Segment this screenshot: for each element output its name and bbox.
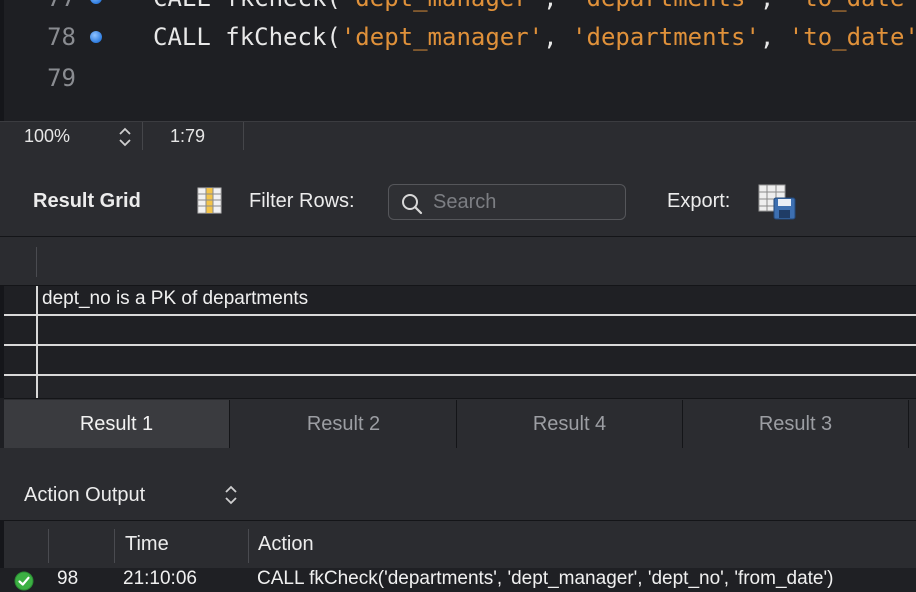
export-icon[interactable] bbox=[758, 184, 796, 220]
action-text: CALL fkCheck('departments', 'dept_manage… bbox=[257, 568, 834, 589]
status-divider bbox=[243, 122, 244, 151]
cursor-position: 1:79 bbox=[170, 126, 206, 146]
action-output-selector[interactable]: Action Output bbox=[24, 484, 145, 507]
column-divider[interactable] bbox=[248, 529, 249, 563]
export-label: Export: bbox=[667, 190, 731, 212]
action-time: 21:10:06 bbox=[123, 568, 197, 589]
result-grid[interactable]: dept_no is a PK of departments bbox=[0, 236, 916, 398]
table-row[interactable]: 98 21:10:06 CALL fkCheck('departments', … bbox=[0, 568, 916, 592]
sql-editor[interactable]: 77 CALL fkCheck('dept_manager', 'departm… bbox=[0, 0, 916, 121]
table-row[interactable] bbox=[4, 346, 916, 376]
code-line-78[interactable]: 78 CALL fkCheck('dept_manager', 'departm… bbox=[0, 17, 916, 57]
editor-status-bar: 100% 1:79 bbox=[0, 121, 916, 151]
column-divider[interactable] bbox=[48, 529, 49, 563]
status-divider bbox=[142, 122, 143, 151]
code-line-79[interactable]: 79 bbox=[0, 58, 916, 98]
result-grid-icon[interactable] bbox=[197, 187, 222, 214]
filter-rows-label: Filter Rows: bbox=[249, 190, 355, 212]
action-number: 98 bbox=[57, 568, 79, 589]
column-header-time[interactable]: Time bbox=[125, 533, 169, 556]
line-number: 79 bbox=[47, 64, 76, 92]
code-text: CALL fkCheck('dept_manager', 'department… bbox=[153, 0, 916, 18]
column-divider[interactable] bbox=[36, 247, 37, 277]
result-grid-title: Result Grid bbox=[33, 190, 141, 212]
chevron-updown-icon[interactable] bbox=[222, 482, 240, 508]
zoom-stepper-icon[interactable] bbox=[116, 125, 134, 149]
grid-header bbox=[0, 236, 916, 286]
search-input[interactable] bbox=[433, 189, 618, 215]
search-icon bbox=[402, 194, 423, 215]
table-row[interactable]: dept_no is a PK of departments bbox=[4, 286, 916, 316]
row-header-divider bbox=[36, 286, 38, 398]
column-header-action[interactable]: Action bbox=[258, 533, 314, 556]
zoom-level: 100% bbox=[24, 126, 71, 146]
line-number: 78 bbox=[47, 23, 76, 51]
filter-rows-search[interactable] bbox=[388, 184, 626, 220]
tab-result-2[interactable]: Result 2 bbox=[231, 400, 457, 448]
tab-result-3[interactable]: Result 3 bbox=[683, 400, 909, 448]
line-number: 77 bbox=[0, 0, 76, 18]
table-row[interactable] bbox=[4, 316, 916, 346]
code-text: CALL fkCheck('dept_manager', 'department… bbox=[153, 23, 916, 51]
column-divider[interactable] bbox=[114, 529, 115, 563]
tab-result-1[interactable]: Result 1 bbox=[4, 400, 230, 448]
tab-result-4[interactable]: Result 4 bbox=[457, 400, 683, 448]
breakpoint-dot-icon[interactable] bbox=[90, 31, 102, 43]
result-tabs: Result 1 Result 2 Result 4 Result 3 bbox=[4, 398, 916, 448]
result-toolbar: Result Grid Filter Rows: Export: bbox=[0, 150, 916, 236]
success-check-icon bbox=[14, 571, 34, 591]
table-cell[interactable]: dept_no is a PK of departments bbox=[42, 288, 308, 310]
action-output-header: Time Action bbox=[0, 520, 916, 568]
action-output-panel: Action Output Time Action 98 21:10:06 CA… bbox=[0, 448, 916, 592]
breakpoint-dot-icon[interactable] bbox=[90, 0, 102, 4]
code-line-77[interactable]: 77 CALL fkCheck('dept_manager', 'departm… bbox=[0, 0, 916, 18]
